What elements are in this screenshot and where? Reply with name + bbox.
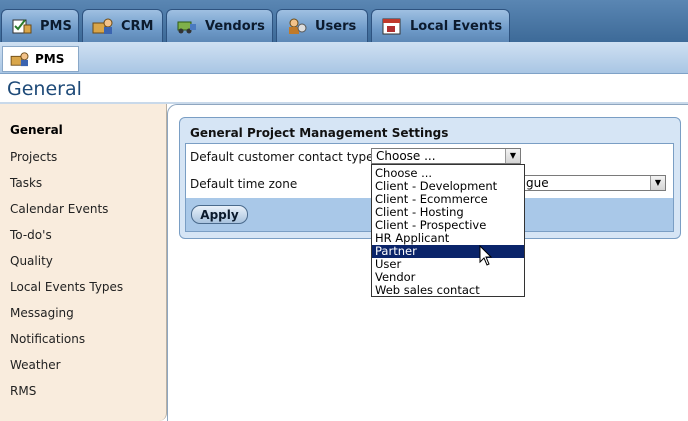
subtab-label: PMS [35,52,65,66]
chevron-down-icon[interactable]: ▼ [505,149,520,163]
timezone-value: gue [526,176,549,190]
subtab-pms[interactable]: PMS [2,46,79,72]
sidebar-item-quality[interactable]: Quality [10,254,53,268]
contact-type-dropdown: Choose ... Client - Development Client -… [371,164,525,297]
tab-label: Users [315,18,357,34]
mouse-pointer-icon [479,244,493,270]
pms-icon [9,50,31,68]
sidebar-item-messaging[interactable]: Messaging [10,306,74,320]
tab-label: PMS [40,18,72,34]
timezone-label: Default time zone [190,177,298,191]
tab-local-events[interactable]: Local Events [371,9,510,42]
sidebar-item-local-events-types[interactable]: Local Events Types [10,280,123,294]
tab-label: Local Events [410,18,503,34]
sidebar-item-calendar-events[interactable]: Calendar Events [10,202,108,216]
sidebar-item-weather[interactable]: Weather [10,358,61,372]
sidebar-item-tasks[interactable]: Tasks [10,176,42,190]
sidebar-item-rms[interactable]: RMS [10,384,36,398]
sub-tab-bar [0,42,688,74]
tab-vendors[interactable]: Vendors [166,9,273,42]
apply-button[interactable]: Apply [191,205,248,224]
contact-type-select[interactable]: Choose ... ▼ [371,148,521,164]
tab-label: CRM [121,18,154,34]
chevron-down-icon[interactable]: ▼ [650,176,665,190]
tab-crm[interactable]: CRM [82,9,163,42]
users-icon [285,16,309,36]
sidebar-item-notifications[interactable]: Notifications [10,332,85,346]
sidebar-item-projects[interactable]: Projects [10,150,57,164]
contact-type-value: Choose ... [376,149,436,163]
calendar-icon [380,16,404,36]
tab-pms[interactable]: PMS [1,9,79,42]
dropdown-option[interactable]: Web sales contact [372,284,524,297]
tab-users[interactable]: Users [276,9,368,42]
crm-icon [91,16,115,36]
vendors-icon [175,16,199,36]
page-title: General [7,78,82,100]
tab-label: Vendors [205,18,265,34]
panel-title: General Project Management Settings [190,126,449,140]
sidebar-item-todos[interactable]: To-do's [10,228,52,242]
pms-icon [10,16,34,36]
contact-type-label: Default customer contact type [190,150,374,164]
sidebar-item-general[interactable]: General [10,123,63,137]
